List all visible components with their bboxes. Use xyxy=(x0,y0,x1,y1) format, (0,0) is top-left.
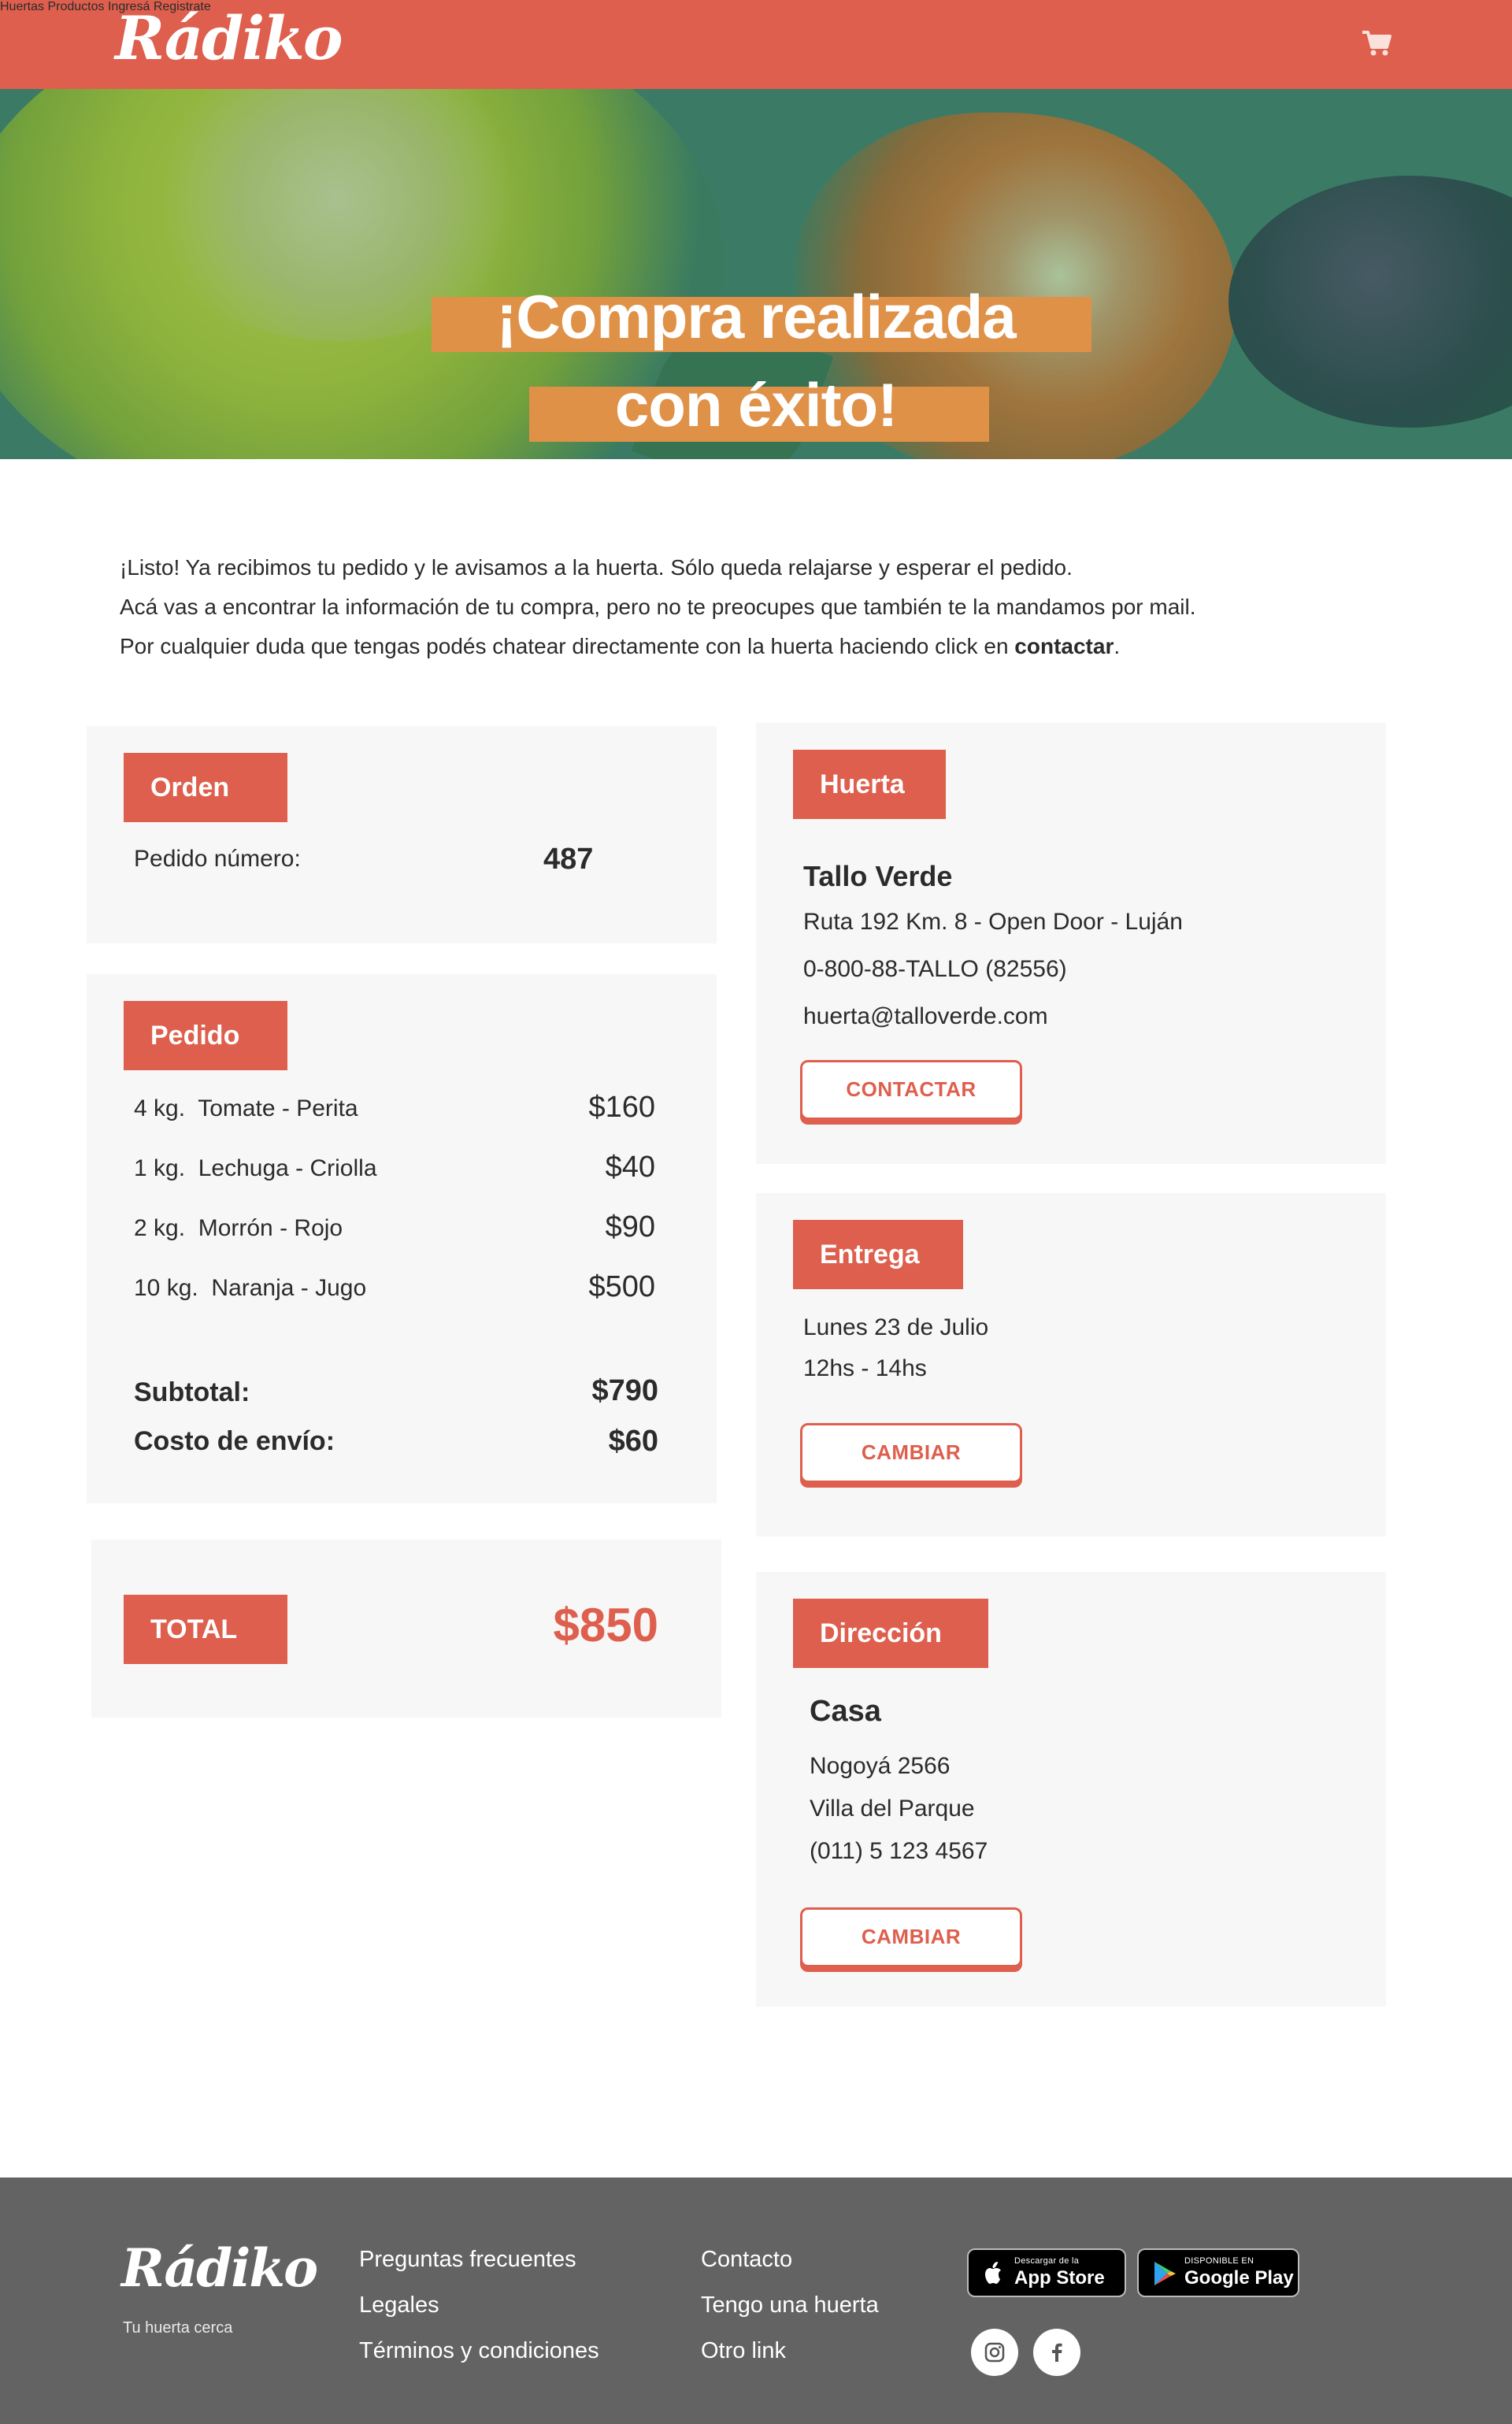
pedido-tag: Pedido xyxy=(124,1001,287,1070)
direccion-card: Dirección Casa Nogoyá 2566 Villa del Par… xyxy=(756,1572,1386,2007)
orden-tag: Orden xyxy=(124,753,287,822)
shipping-label: Costo de envío: xyxy=(134,1426,335,1456)
app-store-badge[interactable]: Descargar de la App Store xyxy=(967,2248,1126,2297)
item-price: $40 xyxy=(605,1151,655,1184)
item-price: $500 xyxy=(588,1270,655,1303)
address-phone: (011) 5 123 4567 xyxy=(810,1838,988,1864)
pedido-card: Pedido 4 kg. Tomate - Perita $160 1 kg. … xyxy=(87,974,717,1503)
apple-icon xyxy=(985,2262,1001,2284)
instagram-icon[interactable] xyxy=(971,2329,1018,2376)
huerta-address: Ruta 192 Km. 8 - Open Door - Luján xyxy=(803,909,1183,935)
footer-link-contacto[interactable]: Contacto xyxy=(701,2247,792,2273)
cambiar-direccion-button[interactable]: CAMBIAR xyxy=(800,1907,1022,1967)
entrega-tag: Entrega xyxy=(793,1220,963,1289)
footer-link-faq[interactable]: Preguntas frecuentes xyxy=(359,2247,576,2273)
list-item: 10 kg. Naranja - Jugo xyxy=(134,1275,367,1301)
footer-link-legales[interactable]: Legales xyxy=(359,2292,439,2318)
footer-tagline: Tu huerta cerca xyxy=(123,2319,233,2337)
huerta-phone: 0-800-88-TALLO (82556) xyxy=(803,956,1067,982)
top-navbar: Rádiko Huertas Productos Ingresá Registr… xyxy=(0,0,1512,89)
nav-productos[interactable]: Productos xyxy=(47,0,104,13)
contactar-link[interactable]: contactar xyxy=(1014,634,1114,658)
google-play-icon xyxy=(1154,2262,1176,2285)
subtotal-label: Subtotal: xyxy=(134,1377,250,1407)
item-price: $160 xyxy=(588,1091,655,1124)
site-logo[interactable]: Rádiko xyxy=(115,3,343,73)
entrega-card: Entrega Lunes 23 de Julio 12hs - 14hs CA… xyxy=(756,1193,1386,1536)
list-item: 1 kg. Lechuga - Criolla xyxy=(134,1155,377,1181)
hero-title-line1: ¡Compra realizada xyxy=(496,282,1016,351)
list-item: 4 kg. Tomate - Perita xyxy=(134,1095,358,1121)
delivery-time: 12hs - 14hs xyxy=(803,1355,927,1381)
cart-icon[interactable] xyxy=(1361,30,1392,57)
huerta-name: Tallo Verde xyxy=(803,860,953,892)
google-play-badge[interactable]: DISPONIBLE EN Google Play xyxy=(1137,2248,1299,2297)
footer-logo[interactable]: Rádiko xyxy=(121,2237,318,2299)
cambiar-entrega-button[interactable]: CAMBIAR xyxy=(800,1423,1022,1483)
footer-link-otro[interactable]: Otro link xyxy=(701,2338,786,2364)
item-price: $90 xyxy=(605,1210,655,1244)
footer: Rádiko Tu huerta cerca Preguntas frecuen… xyxy=(0,2178,1512,2424)
hero-banner: ¡Compra realizada con éxito! xyxy=(0,89,1512,459)
subtotal-value: $790 xyxy=(591,1374,658,1407)
facebook-icon[interactable] xyxy=(1033,2329,1080,2376)
hero-title-line2: con éxito! xyxy=(614,370,898,439)
intro-text: ¡Listo! Ya recibimos tu pedido y le avis… xyxy=(120,555,1196,658)
footer-link-tengo-huerta[interactable]: Tengo una huerta xyxy=(701,2292,879,2318)
order-number-label: Pedido número: xyxy=(134,846,301,872)
huerta-tag: Huerta xyxy=(793,750,946,819)
total-card: TOTAL $850 xyxy=(91,1540,721,1718)
total-value: $850 xyxy=(553,1599,658,1651)
huerta-email: huerta@talloverde.com xyxy=(803,1003,1048,1029)
order-number: 487 xyxy=(543,843,594,876)
huerta-card: Huerta Tallo Verde Ruta 192 Km. 8 - Open… xyxy=(756,723,1386,1164)
list-item: 2 kg. Morrón - Rojo xyxy=(134,1215,343,1241)
footer-link-terminos[interactable]: Términos y condiciones xyxy=(359,2338,599,2364)
nav-huertas[interactable]: Huertas xyxy=(0,0,44,13)
address-name: Casa xyxy=(810,1695,881,1728)
address-area: Villa del Parque xyxy=(810,1796,975,1822)
contactar-button[interactable]: CONTACTAR xyxy=(800,1060,1022,1120)
delivery-date: Lunes 23 de Julio xyxy=(803,1314,989,1340)
direccion-tag: Dirección xyxy=(793,1599,988,1668)
shipping-value: $60 xyxy=(608,1425,658,1458)
orden-card: Orden Pedido número: 487 xyxy=(87,726,717,943)
address-street: Nogoyá 2566 xyxy=(810,1753,951,1779)
total-tag: TOTAL xyxy=(124,1595,287,1664)
